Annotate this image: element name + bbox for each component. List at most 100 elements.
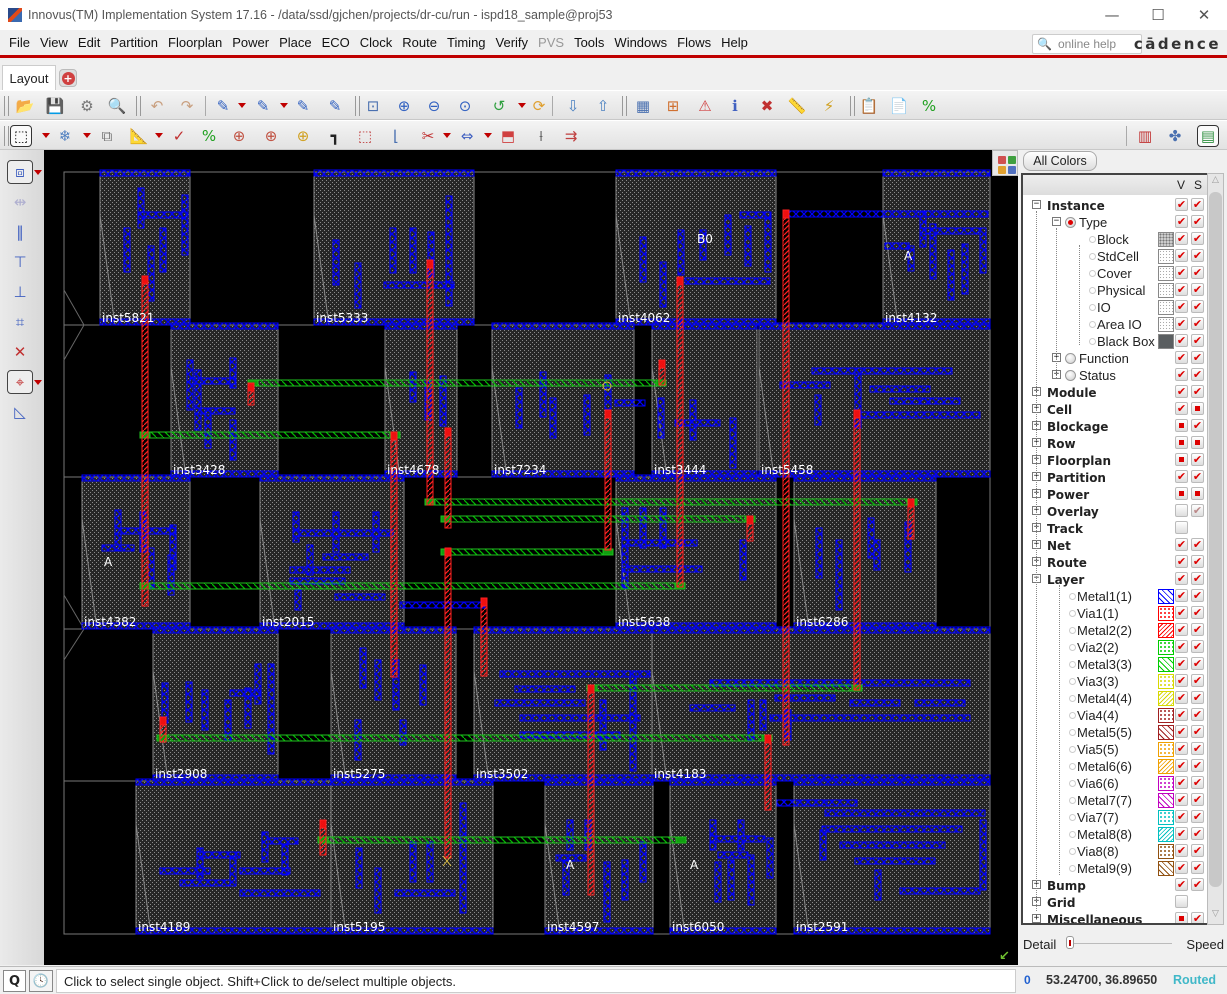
layer-row-metal2-2-[interactable]: Metal2(2) ✔ ✔ [1023,622,1207,639]
history-clock-icon[interactable]: 🕓 [29,970,53,992]
selectable-checkbox[interactable]: ✔ [1191,793,1204,806]
radio-button[interactable] [1065,353,1076,364]
layer-row-route[interactable]: + Route ✔ ✔ [1023,554,1207,571]
open-folder-icon[interactable]: 📂 [14,95,36,117]
close-button[interactable]: ✕ [1181,0,1227,30]
selectable-checkbox[interactable]: ✔ [1191,249,1204,262]
layer-row-partition[interactable]: + Partition ✔ ✔ [1023,469,1207,486]
visible-checkbox[interactable]: ✔ [1175,572,1188,585]
visible-checkbox[interactable] [1175,521,1188,534]
ruler-clear-icon[interactable]: 📏 [786,95,808,117]
layer-color-swatch[interactable] [1158,640,1174,655]
visible-checkbox[interactable]: ✔ [1175,198,1188,211]
layer-row-row[interactable]: + Row [1023,435,1207,452]
selectable-checkbox[interactable]: ✔ [1191,912,1204,923]
layer-color-swatch[interactable] [1158,759,1174,774]
radio-button[interactable] [1069,712,1076,719]
visible-checkbox[interactable]: ✔ [1175,385,1188,398]
radio-button[interactable] [1069,831,1076,838]
layer-color-swatch[interactable] [1158,249,1174,264]
layer-row-instance[interactable]: − Instance ✔ ✔ [1023,197,1207,214]
selectable-checkbox[interactable]: ✔ [1191,657,1204,670]
selectable-checkbox[interactable]: ✔ [1191,283,1204,296]
selectable-checkbox[interactable]: ✔ [1191,606,1204,619]
selectable-checkbox[interactable]: ✔ [1191,198,1204,211]
layer-row-io[interactable]: IO ✔ ✔ [1023,299,1207,316]
layer-row-type[interactable]: − Type ✔ ✔ [1023,214,1207,231]
wire-icon[interactable]: ┓ [324,125,346,147]
layer-row-metal1-1-[interactable]: Metal1(1) ✔ ✔ [1023,588,1207,605]
layer-color-swatch[interactable] [1158,623,1174,638]
selectable-checkbox[interactable]: ✔ [1191,810,1204,823]
warning-edit-icon[interactable]: ⚡ [818,95,840,117]
radio-button[interactable] [1089,287,1096,294]
snap-grid-icon[interactable]: ⌖ [7,370,33,394]
visible-checkbox[interactable]: ✔ [1175,776,1188,789]
selectable-checkbox[interactable]: ✔ [1191,317,1204,330]
percent-green-icon[interactable]: % [198,125,220,147]
add-instance-2-icon[interactable]: ⊕ [260,125,282,147]
visible-checkbox[interactable]: ✔ [1175,538,1188,551]
visible-checkbox[interactable]: ✔ [1175,402,1188,415]
layer-color-swatch[interactable] [1158,827,1174,842]
menu-view[interactable]: View [35,35,73,50]
slider-handle[interactable] [1066,936,1074,949]
dropdown-arrow-icon[interactable] [443,133,451,138]
selectable-checkbox[interactable] [1191,436,1204,449]
layer-row-via8-8-[interactable]: Via8(8) ✔ ✔ [1023,843,1207,860]
selectable-checkbox[interactable]: ✔ [1191,589,1204,602]
selectable-checkbox[interactable]: ✔ [1191,759,1204,772]
visible-checkbox[interactable]: ✔ [1175,351,1188,364]
zoom-selected-icon[interactable]: ⊙ [454,95,476,117]
layer-color-swatch[interactable] [1158,283,1174,298]
zoom-fit-icon[interactable]: ⊡ [362,95,384,117]
physical-view-icon[interactable]: ▤ [1197,125,1219,147]
radio-button[interactable] [1069,780,1076,787]
layer-color-swatch[interactable] [1158,861,1174,876]
layer-color-swatch[interactable] [1158,300,1174,315]
radio-button[interactable] [1089,321,1096,328]
layer-row-via1-1-[interactable]: Via1(1) ✔ ✔ [1023,605,1207,622]
layer-row-block[interactable]: Block ✔ ✔ [1023,231,1207,248]
selectable-checkbox[interactable]: ✔ [1191,708,1204,721]
visible-checkbox[interactable]: ✔ [1175,470,1188,483]
layer-row-metal9-9-[interactable]: Metal9(9) ✔ ✔ [1023,860,1207,877]
radio-button[interactable] [1089,270,1096,277]
align-center-icon[interactable]: ⇹ [7,190,33,214]
selectable-checkbox[interactable]: ✔ [1191,572,1204,585]
stretch-icon[interactable]: ⌊ [385,125,407,147]
radio-button[interactable] [1069,695,1076,702]
layer-row-cell[interactable]: + Cell ✔ [1023,401,1207,418]
visible-checkbox[interactable]: ✔ [1175,810,1188,823]
dropdown-arrow-icon[interactable] [83,133,91,138]
selectable-checkbox[interactable]: ✔ [1191,827,1204,840]
visible-checkbox[interactable]: ✔ [1175,793,1188,806]
layer-color-swatch[interactable] [1158,674,1174,689]
visible-checkbox[interactable]: ✔ [1175,640,1188,653]
radio-button[interactable] [1069,848,1076,855]
dropdown-arrow-icon[interactable] [42,133,50,138]
menu-timing[interactable]: Timing [442,35,491,50]
save-icon[interactable]: 💾 [44,95,66,117]
selectable-checkbox[interactable]: ✔ [1191,674,1204,687]
hierarchy-tree-icon[interactable]: ⊞ [662,95,684,117]
layer-row-black-box[interactable]: Black Box ✔ ✔ [1023,333,1207,350]
cut-icon[interactable]: ✂ [417,125,439,147]
dropdown-arrow-icon[interactable] [518,103,526,108]
add-instance-3-icon[interactable]: ⊕ [292,125,314,147]
selectable-checkbox[interactable]: ✔ [1191,266,1204,279]
selectable-checkbox[interactable]: ✔ [1191,725,1204,738]
layer-row-function[interactable]: + Function ✔ ✔ [1023,350,1207,367]
dropdown-arrow-icon[interactable] [280,103,288,108]
visible-checkbox[interactable] [1175,419,1188,432]
radio-button[interactable] [1089,338,1096,345]
select-delete-icon[interactable]: ✎ [324,95,346,117]
layer-color-swatch[interactable] [1158,708,1174,723]
dropdown-arrow-icon[interactable] [34,170,42,175]
selectable-checkbox[interactable]: ✔ [1191,368,1204,381]
visible-checkbox[interactable]: ✔ [1175,317,1188,330]
radio-button[interactable] [1069,627,1076,634]
align-bottom-icon[interactable]: ⊥ [7,280,33,304]
layer-row-bump[interactable]: + Bump ✔ ✔ [1023,877,1207,894]
menu-verify[interactable]: Verify [491,35,534,50]
